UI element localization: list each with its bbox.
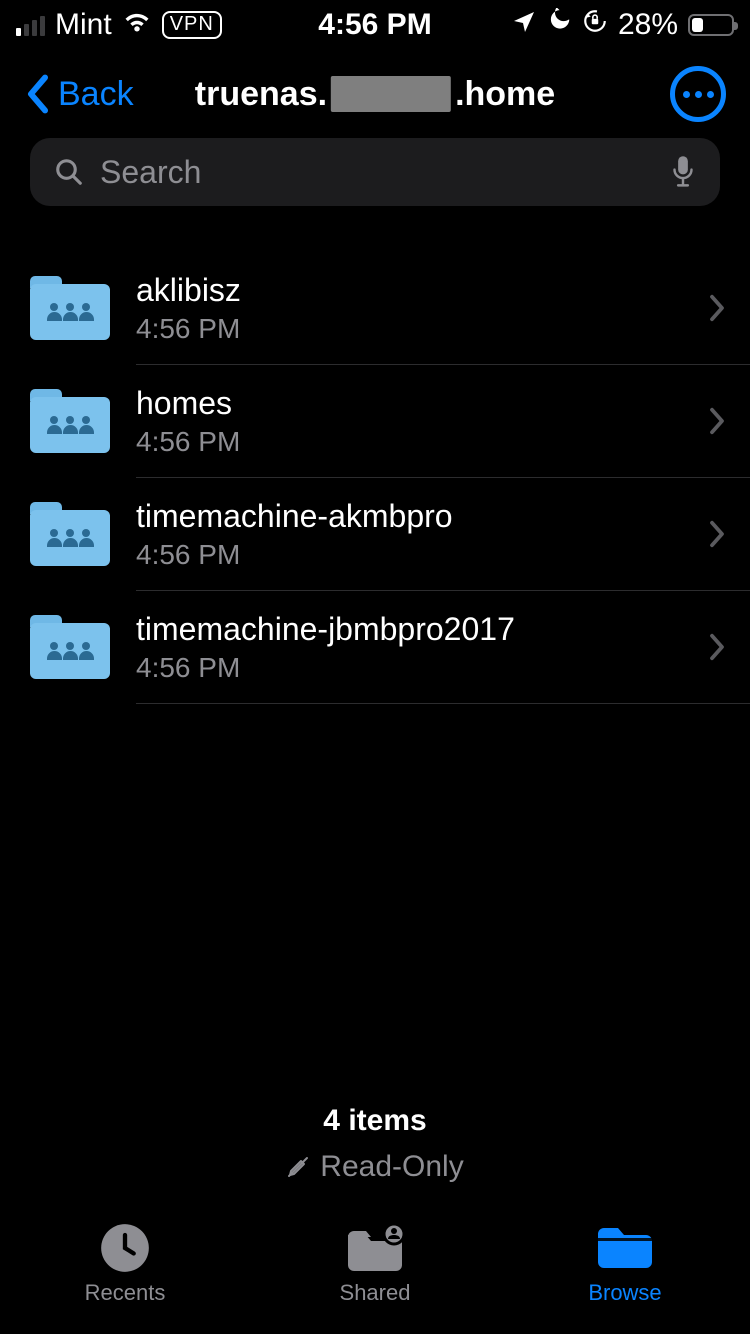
wifi-icon (122, 8, 152, 42)
navigation-bar: Back truenas. .home (0, 50, 750, 138)
tab-label: Shared (340, 1280, 411, 1306)
status-bar: Mint VPN 4:56 PM 28% (0, 0, 750, 50)
shared-folder-tab-icon (344, 1222, 406, 1274)
battery-percentage: 28% (618, 8, 678, 42)
cellular-signal-icon (16, 14, 45, 36)
carrier-label: Mint (55, 8, 112, 42)
shared-folder-icon (30, 615, 110, 679)
tab-shared[interactable]: Shared (250, 1222, 500, 1334)
tab-bar: Recents Shared Browse (0, 1214, 750, 1334)
chevron-left-icon (24, 74, 52, 114)
page-title: truenas. .home (195, 75, 555, 114)
folder-time: 4:56 PM (136, 652, 708, 684)
clock-icon (99, 1222, 151, 1274)
microphone-icon[interactable] (670, 155, 696, 189)
item-count: 4 items (0, 1104, 750, 1138)
do-not-disturb-icon (546, 8, 572, 42)
location-icon (512, 8, 536, 42)
battery-icon (688, 14, 734, 36)
footer-summary: 4 items Read-Only (0, 1104, 750, 1184)
chevron-right-icon (708, 632, 726, 662)
list-item[interactable]: timemachine-akmbpro 4:56 PM (0, 478, 750, 590)
list-item[interactable]: homes 4:56 PM (0, 365, 750, 477)
list-item[interactable]: aklibisz 4:56 PM (0, 252, 750, 364)
search-field[interactable] (30, 138, 720, 206)
list-item[interactable]: timemachine-jbmbpro2017 4:56 PM (0, 591, 750, 703)
folder-time: 4:56 PM (136, 313, 708, 345)
shared-folder-icon (30, 502, 110, 566)
pencil-slash-icon (286, 1155, 310, 1179)
back-label: Back (58, 75, 134, 114)
title-suffix: .home (455, 75, 555, 114)
folder-tab-icon (595, 1222, 655, 1274)
shared-folder-icon (30, 276, 110, 340)
folder-name: aklibisz (136, 272, 708, 309)
title-redacted (331, 76, 451, 112)
folder-time: 4:56 PM (136, 539, 708, 571)
tab-recents[interactable]: Recents (0, 1222, 250, 1334)
shared-folder-icon (30, 389, 110, 453)
title-prefix: truenas. (195, 75, 327, 114)
back-button[interactable]: Back (24, 74, 134, 114)
search-input[interactable] (100, 154, 654, 191)
folder-list: aklibisz 4:56 PM homes 4:56 PM (0, 222, 750, 704)
tab-browse[interactable]: Browse (500, 1222, 750, 1334)
tab-label: Recents (85, 1280, 166, 1306)
status-time: 4:56 PM (318, 8, 431, 42)
chevron-right-icon (708, 293, 726, 323)
chevron-right-icon (708, 406, 726, 436)
rotation-lock-icon (582, 8, 608, 42)
folder-name: timemachine-akmbpro (136, 498, 708, 535)
more-options-button[interactable] (670, 66, 726, 122)
folder-name: timemachine-jbmbpro2017 (136, 611, 708, 648)
tab-label: Browse (588, 1280, 661, 1306)
search-icon (54, 157, 84, 187)
readonly-label: Read-Only (320, 1150, 463, 1184)
chevron-right-icon (708, 519, 726, 549)
vpn-badge: VPN (162, 11, 222, 39)
folder-time: 4:56 PM (136, 426, 708, 458)
folder-name: homes (136, 385, 708, 422)
